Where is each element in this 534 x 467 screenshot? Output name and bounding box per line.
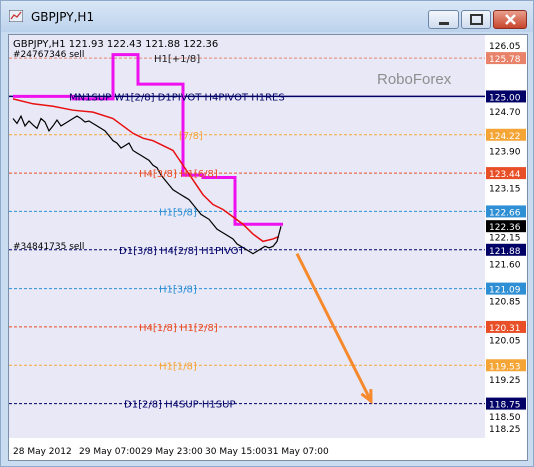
x-tick-label: 28 May 2012 bbox=[13, 447, 72, 457]
close-icon bbox=[505, 14, 516, 25]
y-tick-label: 123.15 bbox=[489, 184, 521, 194]
level-label: H4[3/8] H1[6/8] bbox=[139, 169, 218, 180]
y-tick-label: 126.05 bbox=[489, 42, 521, 52]
x-tick-label: 30 May 15:00 bbox=[205, 447, 267, 457]
minimize-button[interactable] bbox=[428, 10, 459, 29]
y-tick-label: 118.25 bbox=[489, 425, 521, 435]
level-label: D1[3/8] H4[2/8] H1PIVOT bbox=[119, 246, 245, 257]
level-label: H1[+1/8] bbox=[154, 54, 200, 65]
level-label: H1[3/8] bbox=[159, 285, 197, 296]
x-tick-label: 29 May 07:00 bbox=[79, 447, 141, 457]
price-chart[interactable]: H1[+1/8] MN1SUP W1[2/8] D1PIVOT H4PIVOT H… bbox=[9, 35, 527, 460]
level-label: MN1SUP W1[2/8] D1PIVOT H4PIVOT H1RES bbox=[69, 92, 285, 103]
x-tick-label: 29 May 23:00 bbox=[141, 447, 203, 457]
price-tag-label: 120.31 bbox=[489, 324, 521, 334]
price-tag-label: 125.78 bbox=[489, 55, 521, 65]
order-label: #24767346 sell bbox=[13, 50, 84, 60]
price-tag-label: 122.66 bbox=[489, 208, 521, 218]
y-tick-label: 118.50 bbox=[489, 413, 521, 423]
chart-area[interactable]: H1[+1/8] MN1SUP W1[2/8] D1PIVOT H4PIVOT H… bbox=[8, 34, 528, 461]
close-button[interactable] bbox=[493, 10, 527, 29]
y-tick-label: 123.90 bbox=[489, 147, 521, 157]
price-tag-label: 121.09 bbox=[489, 286, 521, 296]
price-tag-label: 119.53 bbox=[489, 362, 521, 372]
maximize-icon bbox=[470, 14, 483, 25]
y-tick-label: 121.60 bbox=[489, 261, 521, 271]
chart-window: GBPJPY,H1 H1[+1/8] MN1SUP W1[2/8] D1PIVOT… bbox=[0, 0, 534, 467]
y-tick-label: 122.15 bbox=[489, 234, 521, 244]
price-tag-label: 121.88 bbox=[489, 247, 521, 257]
window-title: GBPJPY,H1 bbox=[31, 10, 95, 24]
maximize-button[interactable] bbox=[461, 10, 491, 29]
price-tag-label: 125.00 bbox=[489, 93, 521, 103]
x-tick-label: 31 May 07:00 bbox=[267, 447, 329, 457]
y-tick-label: 120.05 bbox=[489, 337, 521, 347]
chart-header: GBPJPY,H1 121.93 122.43 121.88 122.36 bbox=[13, 39, 218, 50]
level-label: H4[1/8] H1[2/8] bbox=[139, 323, 218, 334]
watermark: RoboForex bbox=[377, 71, 452, 88]
title-bar[interactable]: GBPJPY,H1 bbox=[1, 1, 533, 32]
level-label: H1[1/8] bbox=[159, 361, 197, 372]
price-tag-label: 118.75 bbox=[489, 401, 521, 411]
level-label: [7/8] bbox=[179, 131, 203, 142]
chart-window-icon bbox=[9, 10, 23, 22]
minimize-icon bbox=[439, 22, 449, 25]
current-price-label: 122.36 bbox=[489, 223, 521, 233]
y-tick-label: 119.25 bbox=[489, 376, 521, 386]
price-tag-label: 124.22 bbox=[489, 132, 521, 142]
order-label: #34841735 sell bbox=[13, 242, 84, 252]
level-label: H1[5/8] bbox=[159, 207, 197, 218]
price-tag-label: 123.44 bbox=[489, 170, 521, 180]
level-label: D1[2/8] H4SUP H1SUP bbox=[124, 400, 235, 411]
y-tick-label: 120.85 bbox=[489, 297, 521, 307]
y-tick-label: 124.70 bbox=[489, 108, 521, 118]
